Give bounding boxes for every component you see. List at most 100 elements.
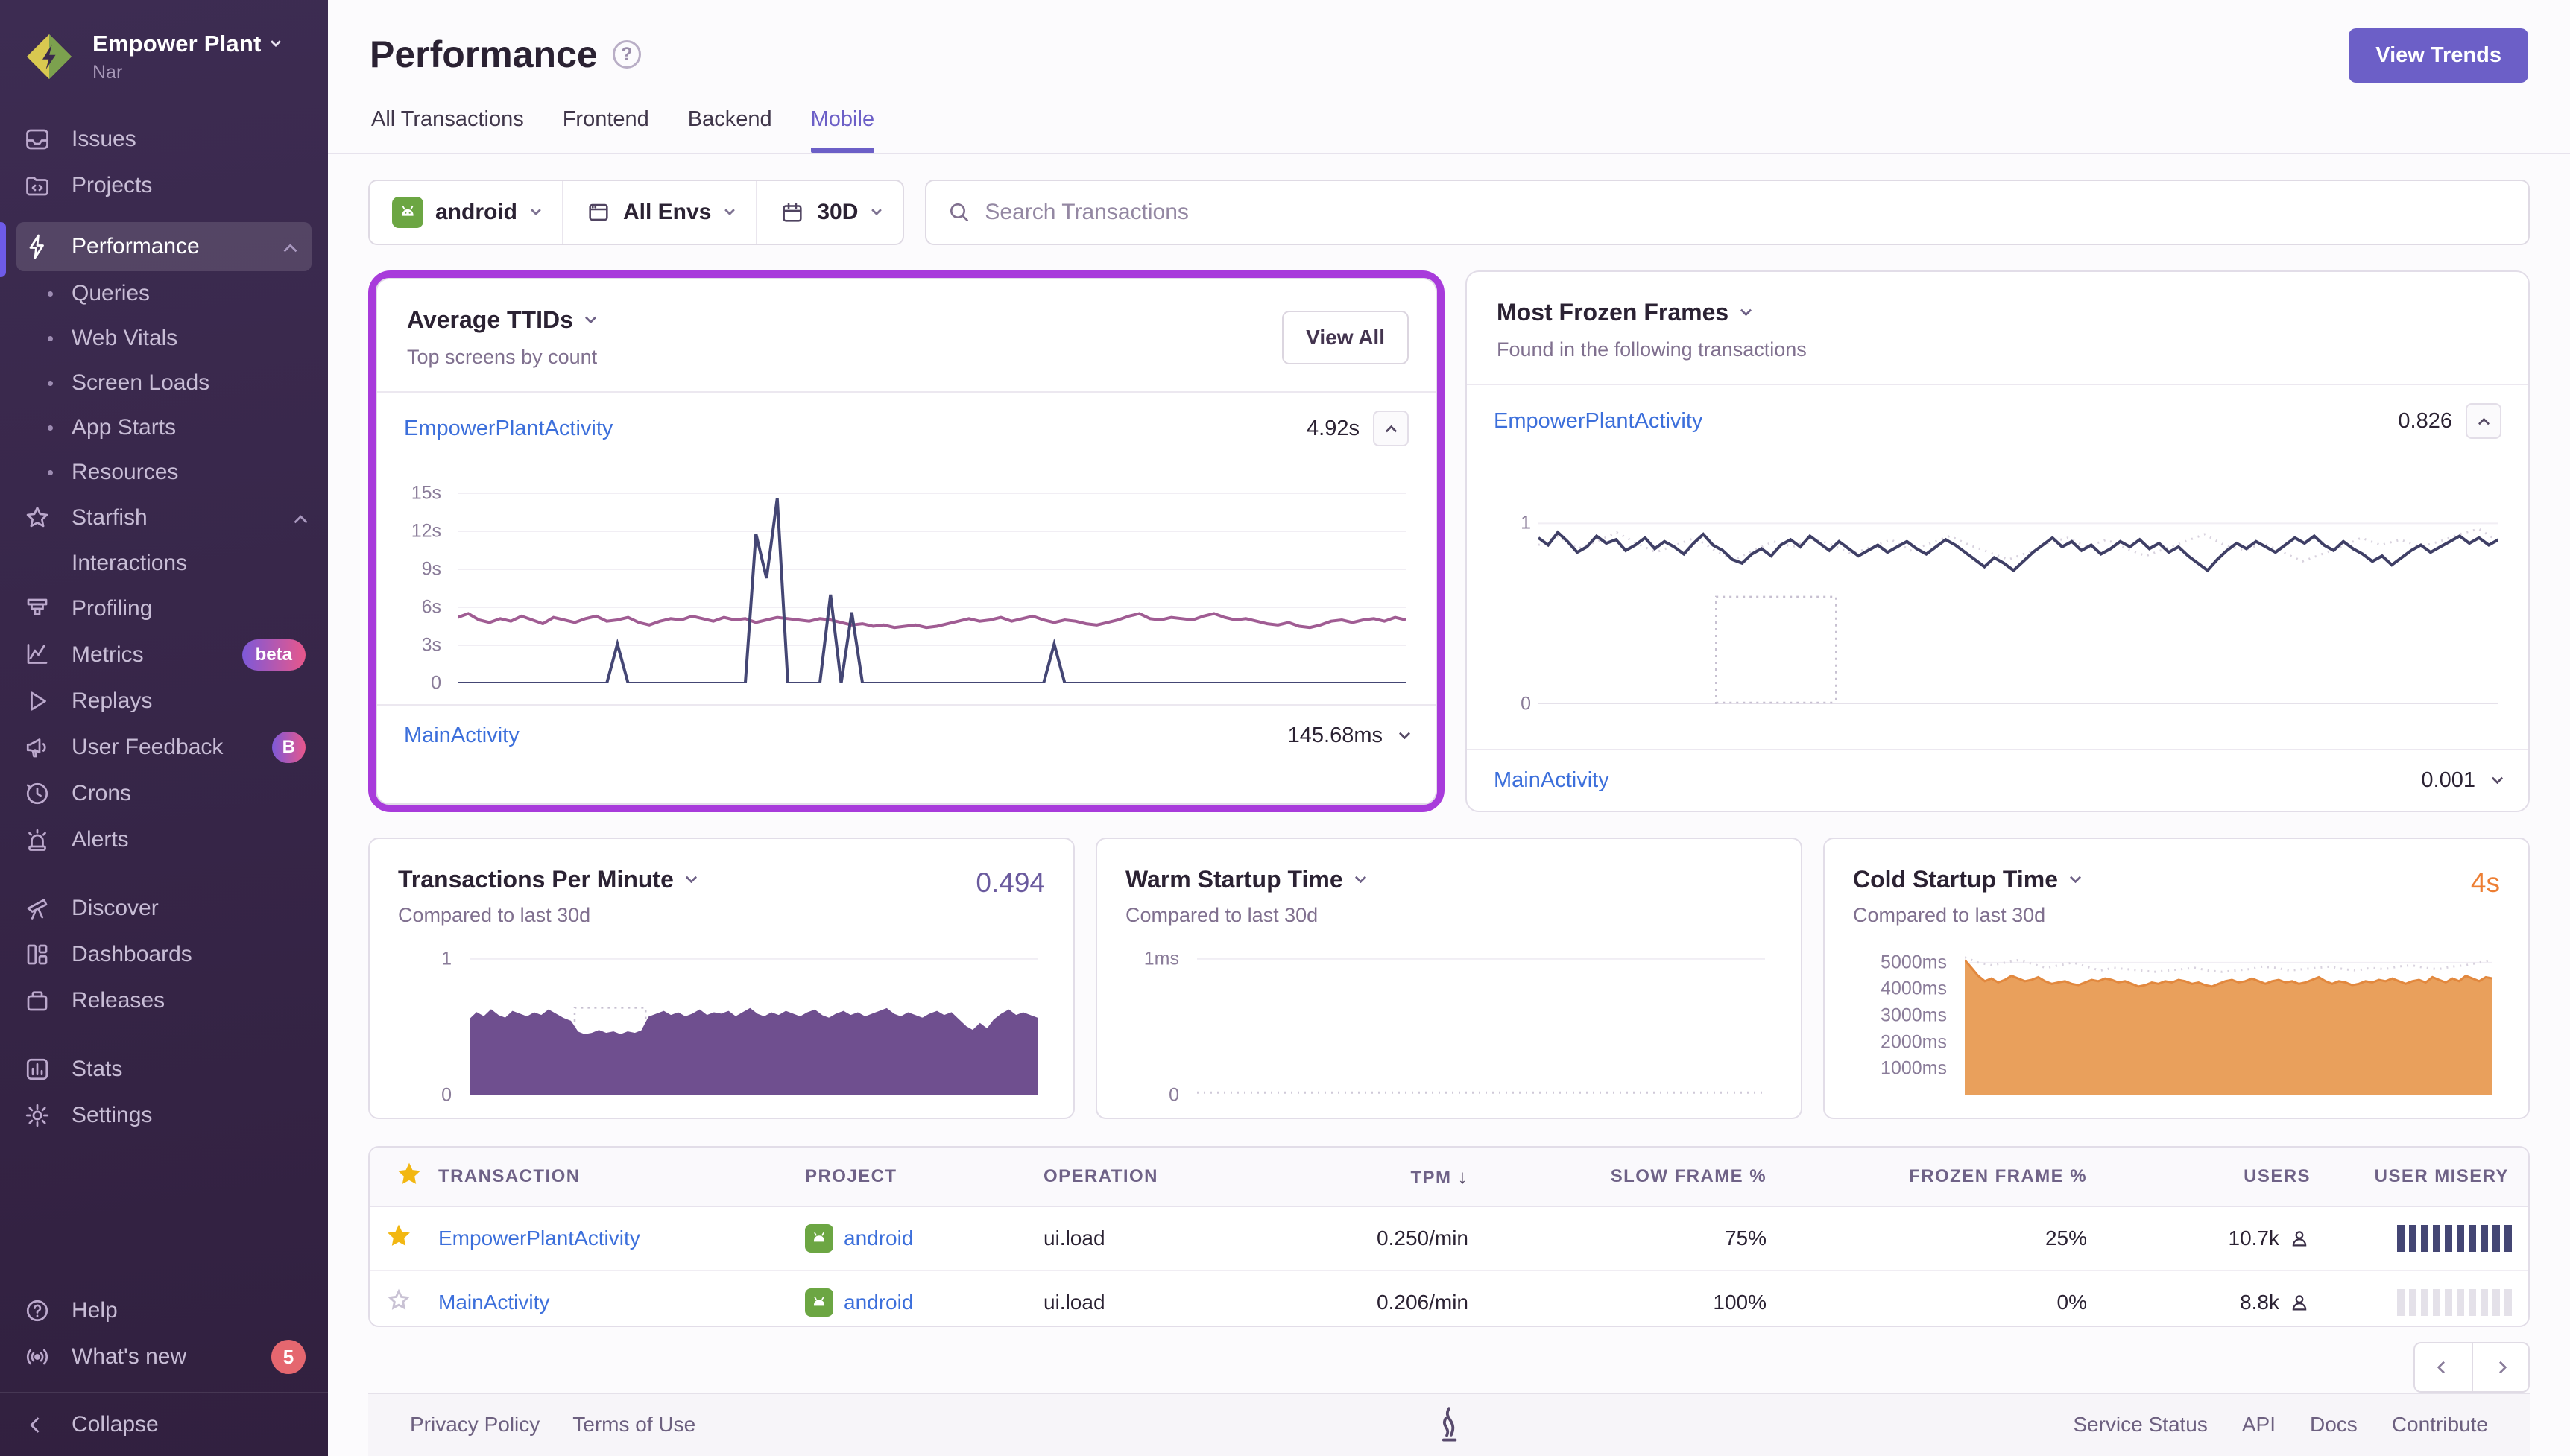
tab-frontend[interactable]: Frontend <box>563 107 649 153</box>
tab-backend[interactable]: Backend <box>688 107 772 153</box>
dashboards-icon <box>22 941 52 968</box>
contribute-link[interactable]: Contribute <box>2392 1413 2488 1437</box>
col-tpm[interactable]: TPM ↓ <box>1400 1165 1480 1188</box>
star-toggle[interactable] <box>386 1288 416 1317</box>
collapse-row-button[interactable] <box>2466 403 2501 439</box>
android-icon <box>805 1224 833 1253</box>
sidebar-item-app-starts[interactable]: App Starts <box>0 405 328 450</box>
sidebar-item-replays[interactable]: Replays <box>0 678 328 724</box>
users-cell: 10.7k <box>2218 1226 2323 1250</box>
warm-startup-title[interactable]: Warm Startup Time <box>1125 866 1772 893</box>
sidebar-item-profiling[interactable]: Profiling <box>0 586 328 632</box>
sidebar-item-screen-loads[interactable]: Screen Loads <box>0 361 328 405</box>
calendar-icon <box>780 200 805 225</box>
date-range-filter[interactable]: 30D <box>756 181 903 244</box>
filter-bar: android All Envs 30D <box>368 180 2530 245</box>
col-transaction[interactable]: TRANSACTION <box>428 1166 795 1187</box>
transaction-link[interactable]: MainActivity <box>1494 768 1609 793</box>
sidebar-item-performance[interactable]: Performance <box>16 222 312 271</box>
tab-bar: All Transactions Frontend Backend Mobile <box>370 107 2528 153</box>
performance-icon <box>22 233 52 260</box>
sidebar-item-interactions[interactable]: Interactions <box>0 541 328 586</box>
pagination <box>368 1342 2530 1393</box>
service-status-link[interactable]: Service Status <box>2073 1413 2208 1437</box>
frozen-value: 0.001 <box>2421 768 2475 793</box>
sort-desc-icon: ↓ <box>1458 1165 1468 1188</box>
content-area: android All Envs 30D <box>328 154 2570 1456</box>
transaction-link[interactable]: MainActivity <box>404 724 520 748</box>
sidebar-item-resources[interactable]: Resources <box>0 450 328 495</box>
transactions-table: TRANSACTION PROJECT OPERATION TPM ↓ SLOW… <box>368 1146 2530 1327</box>
docs-link[interactable]: Docs <box>2310 1413 2358 1437</box>
transaction-link[interactable]: EmpowerPlantActivity <box>404 417 613 441</box>
beta-badge: beta <box>242 639 306 671</box>
average-ttids-card: Average TTIDs Top screens by count View … <box>376 278 1437 805</box>
sidebar-collapse-button[interactable]: Collapse <box>0 1392 328 1456</box>
cold-startup-title[interactable]: Cold Startup Time <box>1853 866 2500 893</box>
transaction-link[interactable]: MainActivity <box>428 1291 795 1314</box>
table-row: MainActivity android ui.load 0.206/min 1… <box>370 1271 2528 1327</box>
col-project[interactable]: PROJECT <box>795 1166 1033 1187</box>
most-frozen-frames-title[interactable]: Most Frozen Frames <box>1497 299 2498 326</box>
project-cell[interactable]: android <box>795 1224 1033 1253</box>
chevron-left-icon <box>22 1419 52 1431</box>
sidebar-item-help[interactable]: Help <box>0 1288 328 1334</box>
star-toggle[interactable] <box>386 1224 416 1253</box>
view-trends-button[interactable]: View Trends <box>2349 28 2528 83</box>
col-frozen-frame[interactable]: FROZEN FRAME % <box>1898 1166 2099 1187</box>
sidebar-item-stats[interactable]: Stats <box>0 1046 328 1092</box>
page-help-icon[interactable]: ? <box>613 40 641 69</box>
col-user-misery[interactable]: USER MISERY <box>2364 1166 2528 1187</box>
tpm-title[interactable]: Transactions Per Minute <box>398 866 1045 893</box>
sidebar-item-metrics[interactable]: Metrics beta <box>0 632 328 678</box>
sidebar-item-settings[interactable]: Settings <box>0 1092 328 1139</box>
view-all-button[interactable]: View All <box>1282 311 1409 364</box>
search-input[interactable] <box>985 200 2507 225</box>
api-link[interactable]: API <box>2242 1413 2276 1437</box>
expand-row-button[interactable] <box>2493 776 2501 785</box>
sidebar-item-queries[interactable]: Queries <box>0 271 328 316</box>
sidebar-item-releases[interactable]: Releases <box>0 978 328 1024</box>
org-project: Nar <box>92 62 280 83</box>
megaphone-icon <box>22 734 52 761</box>
sidebar-item-issues[interactable]: Issues <box>0 116 328 162</box>
sentry-logo-icon[interactable] <box>1427 1403 1471 1446</box>
privacy-policy-link[interactable]: Privacy Policy <box>410 1413 540 1437</box>
sidebar-item-user-feedback[interactable]: User Feedback B <box>0 724 328 770</box>
project-filter[interactable]: android <box>370 181 562 244</box>
footer: Privacy Policy Terms of Use Service Stat… <box>368 1393 2530 1456</box>
sidebar-item-starfish[interactable]: Starfish <box>0 495 328 541</box>
col-slow-frame[interactable]: SLOW FRAME % <box>1600 1166 1778 1187</box>
tab-mobile[interactable]: Mobile <box>811 107 874 153</box>
sidebar-item-dashboards[interactable]: Dashboards <box>0 931 328 978</box>
clock-icon <box>22 780 52 807</box>
issues-icon <box>22 126 52 153</box>
chevron-down-icon <box>270 37 280 47</box>
org-switcher[interactable]: Empower Plant Nar <box>0 19 328 91</box>
collapse-row-button[interactable] <box>1373 411 1409 446</box>
frozen-frames-chart: 10 <box>1538 457 2528 749</box>
star-icon <box>22 504 52 531</box>
col-users[interactable]: USERS <box>2233 1166 2323 1187</box>
sidebar-item-projects[interactable]: Projects <box>0 162 328 209</box>
broadcast-icon <box>22 1343 52 1370</box>
transaction-link[interactable]: EmpowerPlantActivity <box>428 1226 795 1250</box>
col-operation[interactable]: OPERATION <box>1033 1166 1279 1187</box>
sidebar-item-discover[interactable]: Discover <box>0 885 328 931</box>
archive-icon <box>22 987 52 1014</box>
tab-all-transactions[interactable]: All Transactions <box>371 107 524 153</box>
sidebar-item-alerts[interactable]: Alerts <box>0 817 328 863</box>
sidebar-item-web-vitals[interactable]: Web Vitals <box>0 316 328 361</box>
next-page-button[interactable] <box>2472 1342 2530 1393</box>
chevron-down-icon <box>585 312 597 324</box>
transaction-link[interactable]: EmpowerPlantActivity <box>1494 409 1702 434</box>
org-logo <box>22 30 76 83</box>
sidebar-item-whats-new[interactable]: What's new 5 <box>0 1334 328 1380</box>
sidebar-item-crons[interactable]: Crons <box>0 770 328 817</box>
prev-page-button[interactable] <box>2413 1342 2472 1393</box>
environment-filter[interactable]: All Envs <box>562 181 756 244</box>
project-cell[interactable]: android <box>795 1288 1033 1317</box>
expand-row-button[interactable] <box>1401 732 1409 740</box>
terms-of-use-link[interactable]: Terms of Use <box>572 1413 695 1437</box>
average-ttids-title[interactable]: Average TTIDs <box>407 306 1406 334</box>
